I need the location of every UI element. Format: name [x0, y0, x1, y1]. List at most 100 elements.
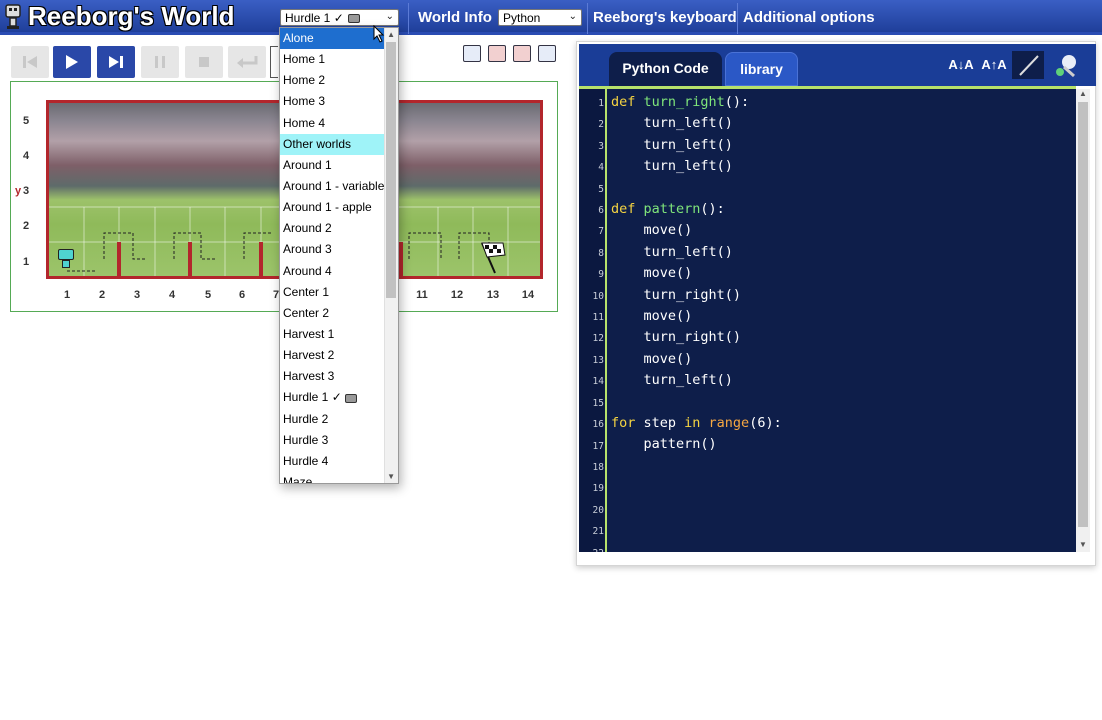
- y-tick-label: 2: [23, 220, 30, 232]
- line-number: 19: [592, 483, 604, 494]
- scroll-up-icon[interactable]: ▲: [1079, 89, 1087, 98]
- world-select-value: Hurdle 1 ✓: [285, 11, 344, 25]
- scroll-up-icon[interactable]: ▲: [387, 30, 395, 39]
- step-button[interactable]: [97, 46, 135, 78]
- language-select[interactable]: Python ⌄: [498, 9, 582, 26]
- reeborg-keyboard-menu[interactable]: Reeborg's keyboard: [593, 9, 737, 26]
- increase-font-icon[interactable]: A↑A: [978, 51, 1010, 79]
- line-number: 11: [592, 312, 604, 323]
- scroll-down-icon[interactable]: ▼: [1079, 540, 1087, 549]
- pause-button[interactable]: [141, 46, 179, 78]
- x-tick-label: 14: [521, 289, 535, 301]
- x-tick-label: 2: [98, 289, 106, 301]
- world-option[interactable]: Hurdle 1 ✓: [280, 387, 398, 408]
- reload-button[interactable]: [228, 46, 266, 78]
- code-line: pattern(): [611, 436, 717, 452]
- world-option[interactable]: Home 3: [280, 91, 398, 112]
- code-token: range: [708, 415, 750, 431]
- app-title: Reeborg's World: [28, 1, 235, 31]
- world-option[interactable]: Around 1 - variable: [280, 176, 398, 197]
- code-token: in: [684, 415, 709, 431]
- language-select-value: Python: [503, 11, 541, 25]
- code-line: turn_right(): [611, 329, 742, 345]
- tab-library[interactable]: library: [725, 52, 798, 86]
- menu-divider: [587, 3, 588, 34]
- return-arrow-icon: [237, 56, 258, 68]
- top-bar: Reeborg's World Hurdle 1 ✓ ⌄ World Info …: [0, 0, 1102, 35]
- delete-objects-icon[interactable]: [513, 45, 531, 62]
- reverse-step-button[interactable]: [11, 46, 49, 78]
- world-select[interactable]: Hurdle 1 ✓ ⌄: [280, 9, 399, 26]
- world-option[interactable]: Around 3: [280, 239, 398, 260]
- world-dropdown-list[interactable]: Alone Home 1 Home 2 Home 3 Home 4 Other …: [279, 27, 399, 484]
- dropdown-scrollbar-thumb[interactable]: [386, 42, 396, 298]
- code-token: ():: [700, 201, 725, 217]
- world-option[interactable]: Center 1: [280, 282, 398, 303]
- world-option-list: Alone Home 1 Home 2 Home 3 Home 4 Other …: [280, 28, 398, 483]
- line-number: 9: [598, 269, 604, 280]
- world-option[interactable]: Home 2: [280, 70, 398, 91]
- decrease-font-icon[interactable]: A↓A: [945, 51, 977, 79]
- chevron-down-icon: ⌄: [385, 11, 394, 22]
- world-option[interactable]: Around 1 - apple: [280, 197, 398, 218]
- world-option[interactable]: Center 2: [280, 303, 398, 324]
- line-number: 1: [598, 98, 604, 109]
- world-option[interactable]: Harvest 1: [280, 324, 398, 345]
- menu-divider: [737, 3, 738, 34]
- code-editor[interactable]: 1 2 3 4 5 6 7 8 9 10 11 12 13 14 15 16 1…: [579, 86, 1076, 552]
- robot-badge-icon: [344, 393, 357, 403]
- world-option-label: Hurdle 1 ✓: [283, 390, 342, 405]
- y-axis-title: y: [15, 185, 22, 197]
- world-option[interactable]: Maze: [280, 472, 398, 483]
- code-token: step: [643, 415, 685, 431]
- world-option[interactable]: Harvest 2: [280, 345, 398, 366]
- line-number: 2: [598, 119, 604, 130]
- world-option[interactable]: Home 1: [280, 49, 398, 70]
- world-option[interactable]: Around 2: [280, 218, 398, 239]
- world-info-menu[interactable]: World Info: [418, 9, 492, 26]
- additional-options-menu[interactable]: Additional options: [743, 9, 875, 26]
- tab-python-code[interactable]: Python Code: [609, 52, 722, 86]
- line-number: 8: [598, 248, 604, 259]
- extra-button-edge[interactable]: [270, 46, 278, 78]
- editor-scrollbar-thumb[interactable]: [1078, 102, 1088, 527]
- highlight-pen-icon[interactable]: [1012, 51, 1044, 79]
- world-option[interactable]: Harvest 3: [280, 366, 398, 387]
- line-number: 16: [592, 419, 604, 430]
- world-option[interactable]: Around 4: [280, 261, 398, 282]
- delete-robot-icon[interactable]: [488, 45, 506, 62]
- code-line: def turn_right():: [611, 94, 749, 110]
- code-line: turn_left(): [611, 244, 733, 260]
- code-line: move(): [611, 265, 693, 281]
- pen-icon: [1019, 55, 1039, 76]
- play-icon: [66, 55, 78, 69]
- line-number: 20: [592, 505, 604, 516]
- world-option[interactable]: Around 1: [280, 155, 398, 176]
- run-button[interactable]: [53, 46, 91, 78]
- code-token: (6):: [749, 415, 782, 431]
- y-tick-label: 4: [23, 150, 30, 162]
- code-line: turn_left(): [611, 158, 733, 174]
- mouse-cursor-icon: [373, 25, 385, 43]
- world-edit-icon[interactable]: [538, 45, 556, 62]
- y-tick-label: 5: [23, 115, 30, 127]
- reeborg-logo-icon: [5, 4, 21, 29]
- line-gutter: 1 2 3 4 5 6 7 8 9 10 11 12 13 14 15 16 1…: [579, 89, 607, 552]
- world-option[interactable]: Hurdle 2: [280, 409, 398, 430]
- y-tick-label: 1: [23, 256, 30, 268]
- line-number: 13: [592, 355, 604, 366]
- search-watch-icon[interactable]: [1050, 51, 1082, 79]
- world-option[interactable]: Other worlds: [280, 133, 398, 155]
- stop-button[interactable]: [185, 46, 223, 78]
- world-option[interactable]: Hurdle 4: [280, 451, 398, 472]
- scroll-down-icon[interactable]: ▼: [387, 472, 395, 481]
- world-option[interactable]: Home 4: [280, 113, 398, 134]
- code-line: turn_left(): [611, 372, 733, 388]
- x-tick-label: 4: [168, 289, 176, 301]
- robot-tool-icon[interactable]: [463, 45, 481, 62]
- code-token: def: [611, 94, 644, 110]
- code-token: for: [611, 415, 644, 431]
- robot-badge-icon: [348, 14, 361, 24]
- world-option[interactable]: Hurdle 3: [280, 430, 398, 451]
- line-number: 7: [598, 226, 604, 237]
